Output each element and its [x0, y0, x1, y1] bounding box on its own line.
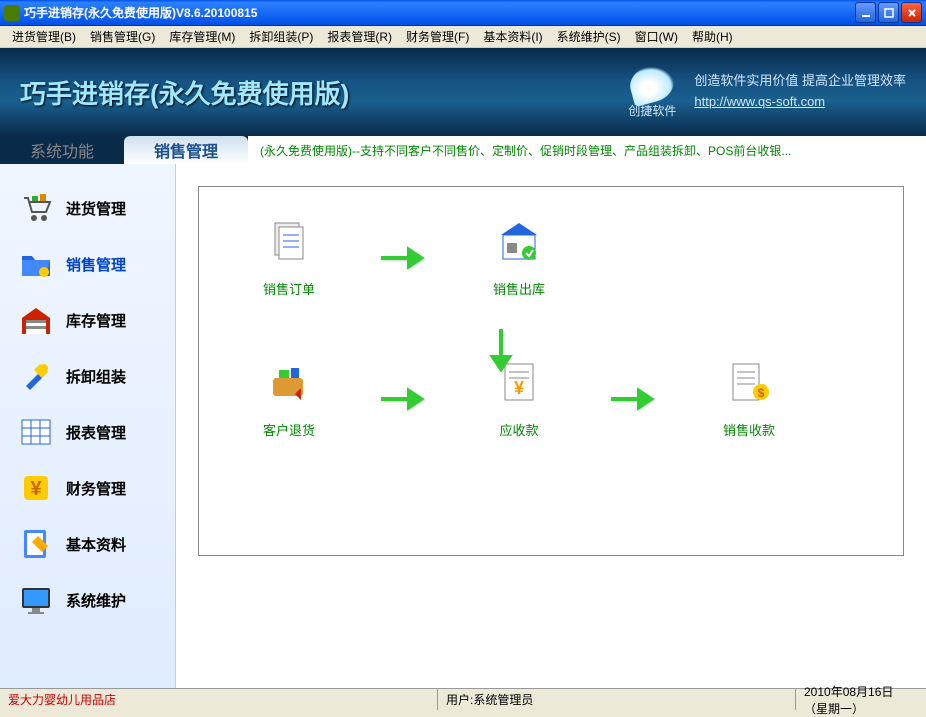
- status-date: 2010年08月16日 （星期一）: [796, 689, 926, 710]
- node-label: 销售订单: [263, 279, 315, 298]
- menu-purchase[interactable]: 进货管理(B): [6, 26, 82, 47]
- sidebar-item-purchase[interactable]: 进货管理: [0, 180, 175, 236]
- svg-text:¥: ¥: [30, 478, 42, 500]
- menu-basic[interactable]: 基本资料(I): [477, 26, 548, 47]
- sidebar-item-basic[interactable]: 基本资料: [0, 516, 175, 572]
- statusbar: 爱大力婴幼儿用品店 用户:系统管理员 2010年08月16日 （星期一）: [0, 688, 926, 710]
- tab-bar: 系统功能 销售管理 (永久免费使用版)--支持不同客户不同售价、定制价、促销时段…: [0, 136, 926, 164]
- node-label: 销售收款: [723, 420, 775, 439]
- sidebar-item-label: 进货管理: [66, 198, 126, 219]
- node-sales-out[interactable]: 销售出库: [469, 217, 569, 298]
- document-icon: [265, 217, 313, 265]
- banner-title: 巧手进销存(永久免费使用版): [20, 74, 349, 111]
- sidebar-item-label: 拆卸组装: [66, 366, 126, 387]
- sidebar-item-label: 基本资料: [66, 534, 126, 555]
- main-panel: 销售订单 销售出库: [176, 164, 926, 688]
- sidebar-item-label: 销售管理: [66, 254, 126, 275]
- status-user: 用户:系统管理员: [438, 689, 796, 710]
- menubar: 进货管理(B) 销售管理(G) 库存管理(M) 拆卸组装(P) 报表管理(R) …: [0, 26, 926, 48]
- notebook-icon: [18, 526, 54, 562]
- sidebar-item-label: 财务管理: [66, 478, 126, 499]
- tab-sales[interactable]: 销售管理: [124, 136, 248, 164]
- app-icon: [4, 5, 20, 21]
- arrow-right-icon: [609, 384, 659, 414]
- marquee-text: (永久免费使用版)--支持不同客户不同售价、定制价、促销时段管理、产品组装拆卸、…: [248, 136, 926, 164]
- payment-icon: $: [725, 358, 773, 406]
- window-title: 巧手进销存(永久免费使用版)V8.6.20100815: [24, 4, 257, 21]
- sidebar-item-finance[interactable]: ¥ 财务管理: [0, 460, 175, 516]
- warehouse-icon: [18, 302, 54, 338]
- arrow-down-icon: [489, 327, 513, 380]
- menu-system[interactable]: 系统维护(S): [551, 26, 627, 47]
- sidebar-item-assembly[interactable]: 拆卸组装: [0, 348, 175, 404]
- folder-icon: [18, 246, 54, 282]
- sidebar-item-label: 库存管理: [66, 310, 126, 331]
- arrow-right-icon: [379, 243, 429, 273]
- svg-text:$: $: [758, 386, 765, 400]
- arrow-right-icon: [379, 384, 429, 414]
- sidebar-item-label: 报表管理: [66, 422, 126, 443]
- sidebar-item-maintain[interactable]: 系统维护: [0, 572, 175, 628]
- node-customer-return[interactable]: 客户退货: [239, 358, 339, 439]
- banner: 巧手进销存(永久免费使用版) 创捷软件 创造软件实用价值 提高企业管理效率 ht…: [0, 48, 926, 136]
- minimize-button[interactable]: [855, 2, 876, 23]
- menu-sales[interactable]: 销售管理(G): [84, 26, 161, 47]
- close-button[interactable]: [901, 2, 922, 23]
- node-sales-payment[interactable]: $ 销售收款: [699, 358, 799, 439]
- maximize-button[interactable]: [878, 2, 899, 23]
- sidebar: 进货管理 销售管理 库存管理 拆卸组装 报表管理: [0, 164, 176, 688]
- tools-icon: [18, 358, 54, 394]
- node-sales-order[interactable]: 销售订单: [239, 217, 339, 298]
- menu-report[interactable]: 报表管理(R): [321, 26, 398, 47]
- company-logo: 创捷软件: [628, 66, 676, 119]
- svg-text:¥: ¥: [514, 378, 524, 398]
- workflow-box: 销售订单 销售出库: [198, 186, 904, 556]
- node-label: 销售出库: [493, 279, 545, 298]
- cart-icon: [18, 190, 54, 226]
- titlebar: 巧手进销存(永久免费使用版)V8.6.20100815: [0, 0, 926, 26]
- yen-icon: ¥: [18, 470, 54, 506]
- sidebar-item-sales[interactable]: 销售管理: [0, 236, 175, 292]
- sidebar-item-report[interactable]: 报表管理: [0, 404, 175, 460]
- node-label: 客户退货: [263, 420, 315, 439]
- return-icon: [265, 358, 313, 406]
- sidebar-item-label: 系统维护: [66, 590, 126, 611]
- menu-finance[interactable]: 财务管理(F): [400, 26, 475, 47]
- monitor-icon: [18, 582, 54, 618]
- menu-assembly[interactable]: 拆卸组装(P): [243, 26, 319, 47]
- menu-inventory[interactable]: 库存管理(M): [163, 26, 241, 47]
- store-out-icon: [495, 217, 543, 265]
- company-url[interactable]: http://www.qs-soft.com: [694, 94, 825, 109]
- slogan-line1: 创造软件实用价值 提高企业管理效率: [694, 71, 906, 92]
- grid-icon: [18, 414, 54, 450]
- menu-window[interactable]: 窗口(W): [629, 26, 684, 47]
- tab-system[interactable]: 系统功能: [0, 136, 124, 164]
- menu-help[interactable]: 帮助(H): [686, 26, 739, 47]
- sidebar-item-inventory[interactable]: 库存管理: [0, 292, 175, 348]
- node-label: 应收款: [499, 420, 538, 439]
- status-shop: 爱大力婴幼儿用品店: [0, 689, 438, 710]
- node-receivable[interactable]: ¥ 应收款: [469, 358, 569, 439]
